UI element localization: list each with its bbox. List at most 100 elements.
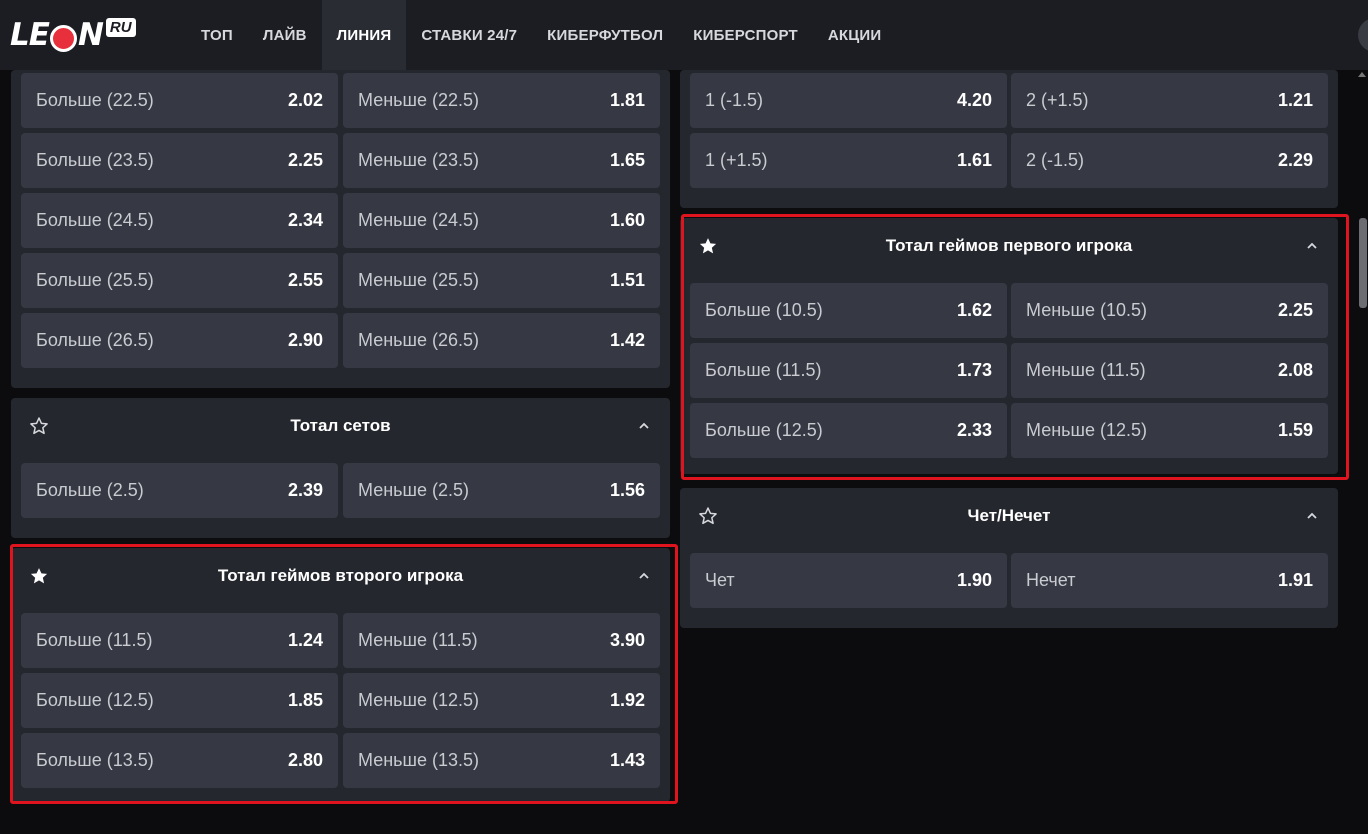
market-panel-first-player-games: Тотал геймов первого игрока Больше (10.5… (680, 218, 1338, 474)
odd-cell[interactable]: Меньше (11.5) 3.90 (343, 613, 660, 668)
odd-value: 1.51 (609, 270, 645, 290)
outcome-label: Меньше (24.5) (358, 210, 479, 230)
odd-cell[interactable]: 1 (-1.5) 4.20 (690, 73, 1007, 128)
odd-cell[interactable]: Нечет 1.91 (1011, 553, 1328, 608)
odd-value: 1.24 (287, 630, 323, 650)
odd-cell[interactable]: Меньше (25.5) 1.51 (343, 253, 660, 308)
odd-cell[interactable]: Меньше (12.5) 1.59 (1011, 403, 1328, 458)
outcome-label: Меньше (2.5) (358, 480, 469, 500)
market-header[interactable]: Тотал геймов первого игрока (680, 218, 1338, 274)
chevron-up-icon[interactable] (638, 420, 650, 432)
nav-promotions[interactable]: АКЦИИ (813, 0, 897, 70)
odd-cell[interactable]: Меньше (11.5) 2.08 (1011, 343, 1328, 398)
odd-cell[interactable]: 2 (+1.5) 1.21 (1011, 73, 1328, 128)
odd-cell[interactable]: Чет 1.90 (690, 553, 1007, 608)
odd-value: 1.90 (956, 570, 992, 590)
odd-cell[interactable]: Больше (23.5) 2.25 (21, 133, 338, 188)
odd-value: 2.34 (287, 210, 323, 230)
odd-value: 1.81 (609, 90, 645, 110)
odd-value: 1.73 (956, 360, 992, 380)
odd-cell[interactable]: Больше (10.5) 1.62 (690, 283, 1007, 338)
user-avatar-icon[interactable] (1358, 18, 1368, 52)
odd-value: 1.21 (1277, 90, 1313, 110)
market-title: Тотал геймов второго игрока (217, 566, 464, 585)
odd-cell[interactable]: Больше (25.5) 2.55 (21, 253, 338, 308)
outcome-label: 1 (-1.5) (705, 90, 764, 110)
odd-value: 1.62 (956, 300, 992, 320)
nav-esports[interactable]: КИБЕРСПОРТ (678, 0, 813, 70)
odd-cell[interactable]: 2 (-1.5) 2.29 (1011, 133, 1328, 188)
market-header[interactable]: Тотал сетов (11, 398, 670, 454)
outcome-label: Больше (12.5) (36, 690, 154, 710)
star-outline-icon[interactable] (698, 506, 718, 526)
odd-cell[interactable]: Меньше (22.5) 1.81 (343, 73, 660, 128)
odd-value: 1.60 (609, 210, 645, 230)
outcome-label: Меньше (23.5) (358, 150, 479, 170)
odd-cell[interactable]: Больше (24.5) 2.34 (21, 193, 338, 248)
scrollbar-thumb[interactable] (1359, 218, 1367, 308)
nav-line[interactable]: ЛИНИЯ (321, 0, 407, 70)
market-header[interactable]: Тотал геймов второго игрока (11, 548, 670, 604)
odd-value: 2.33 (956, 420, 992, 440)
odd-cell[interactable]: Больше (12.5) 2.33 (690, 403, 1007, 458)
odd-cell[interactable]: Меньше (24.5) 1.60 (343, 193, 660, 248)
scroll-up-arrow-icon[interactable] (1358, 72, 1366, 77)
page-scrollbar[interactable] (1355, 70, 1368, 834)
odd-cell[interactable]: Больше (26.5) 2.90 (21, 313, 338, 368)
outcome-label: 2 (+1.5) (1026, 90, 1089, 110)
odd-cell[interactable]: Больше (11.5) 1.73 (690, 343, 1007, 398)
market-panel-total-games: Больше (22.5) 2.02 Меньше (22.5) 1.81 Боль… (11, 70, 670, 388)
odd-cell[interactable]: Больше (22.5) 2.02 (21, 73, 338, 128)
outcome-label: Больше (25.5) (36, 270, 154, 290)
odd-cell[interactable]: Меньше (26.5) 1.42 (343, 313, 660, 368)
leon-logo[interactable]: LE N RU (10, 17, 136, 53)
star-outline-icon[interactable] (29, 416, 49, 436)
outcome-label: Меньше (22.5) (358, 90, 479, 110)
outcome-label: Меньше (26.5) (358, 330, 479, 350)
market-title: Тотал геймов первого игрока (885, 236, 1133, 255)
outcome-label: Больше (23.5) (36, 150, 154, 170)
market-panel-second-player-games: Тотал геймов второго игрока Больше (11.5… (11, 548, 670, 802)
nav-bets-247[interactable]: СТАВКИ 24/7 (406, 0, 532, 70)
outcome-label: 1 (+1.5) (705, 150, 768, 170)
odd-value: 2.90 (287, 330, 323, 350)
outcome-label: Нечет (1026, 570, 1076, 590)
outcome-label: Больше (22.5) (36, 90, 154, 110)
odd-cell[interactable]: Меньше (23.5) 1.65 (343, 133, 660, 188)
odd-value: 1.61 (956, 150, 992, 170)
nav-cyberfootball[interactable]: КИБЕРФУТБОЛ (532, 0, 678, 70)
outcome-label: Больше (2.5) (36, 480, 144, 500)
chevron-up-icon[interactable] (1306, 240, 1318, 252)
logo-text-a: LE (10, 17, 50, 53)
chevron-up-icon[interactable] (1306, 510, 1318, 522)
star-filled-icon[interactable] (29, 566, 49, 586)
odd-cell[interactable]: Больше (2.5) 2.39 (21, 463, 338, 518)
chevron-up-icon[interactable] (638, 570, 650, 582)
odd-cell[interactable]: Больше (12.5) 1.85 (21, 673, 338, 728)
odd-cell[interactable]: Больше (13.5) 2.80 (21, 733, 338, 788)
odd-cell[interactable]: Больше (11.5) 1.24 (21, 613, 338, 668)
odd-cell[interactable]: Меньше (13.5) 1.43 (343, 733, 660, 788)
outcome-label: Меньше (12.5) (358, 690, 479, 710)
market-header[interactable]: Чет/Нечет (680, 488, 1338, 544)
outcome-label: Чет (705, 570, 735, 590)
nav-live[interactable]: ЛАЙВ (248, 0, 322, 70)
odd-cell[interactable]: Меньше (12.5) 1.92 (343, 673, 660, 728)
market-title: Чет/Нечет (967, 506, 1051, 525)
outcome-label: Меньше (25.5) (358, 270, 479, 290)
odd-value: 1.59 (1277, 420, 1313, 440)
logo-ball-icon (49, 24, 77, 52)
nav-top[interactable]: ТОП (186, 0, 248, 70)
odd-cell[interactable]: 1 (+1.5) 1.61 (690, 133, 1007, 188)
odd-cell[interactable]: Меньше (10.5) 2.25 (1011, 283, 1328, 338)
main-nav: ТОП ЛАЙВ ЛИНИЯ СТАВКИ 24/7 КИБЕРФУТБОЛ К… (186, 0, 896, 70)
market-panel-odd-even: Чет/Нечет Чет 1.90 Нечет 1.91 (680, 488, 1338, 628)
top-navigation-bar: LE N RU ТОП ЛАЙВ ЛИНИЯ СТАВКИ 24/7 КИБЕРФУ… (0, 0, 1368, 70)
outcome-label: Больше (24.5) (36, 210, 154, 230)
odd-cell[interactable]: Меньше (2.5) 1.56 (343, 463, 660, 518)
star-filled-icon[interactable] (698, 236, 718, 256)
logo-text-b: N (77, 17, 104, 53)
odd-value: 2.02 (287, 90, 323, 110)
outcome-label: Меньше (12.5) (1026, 420, 1147, 440)
outcome-label: Больше (26.5) (36, 330, 154, 350)
